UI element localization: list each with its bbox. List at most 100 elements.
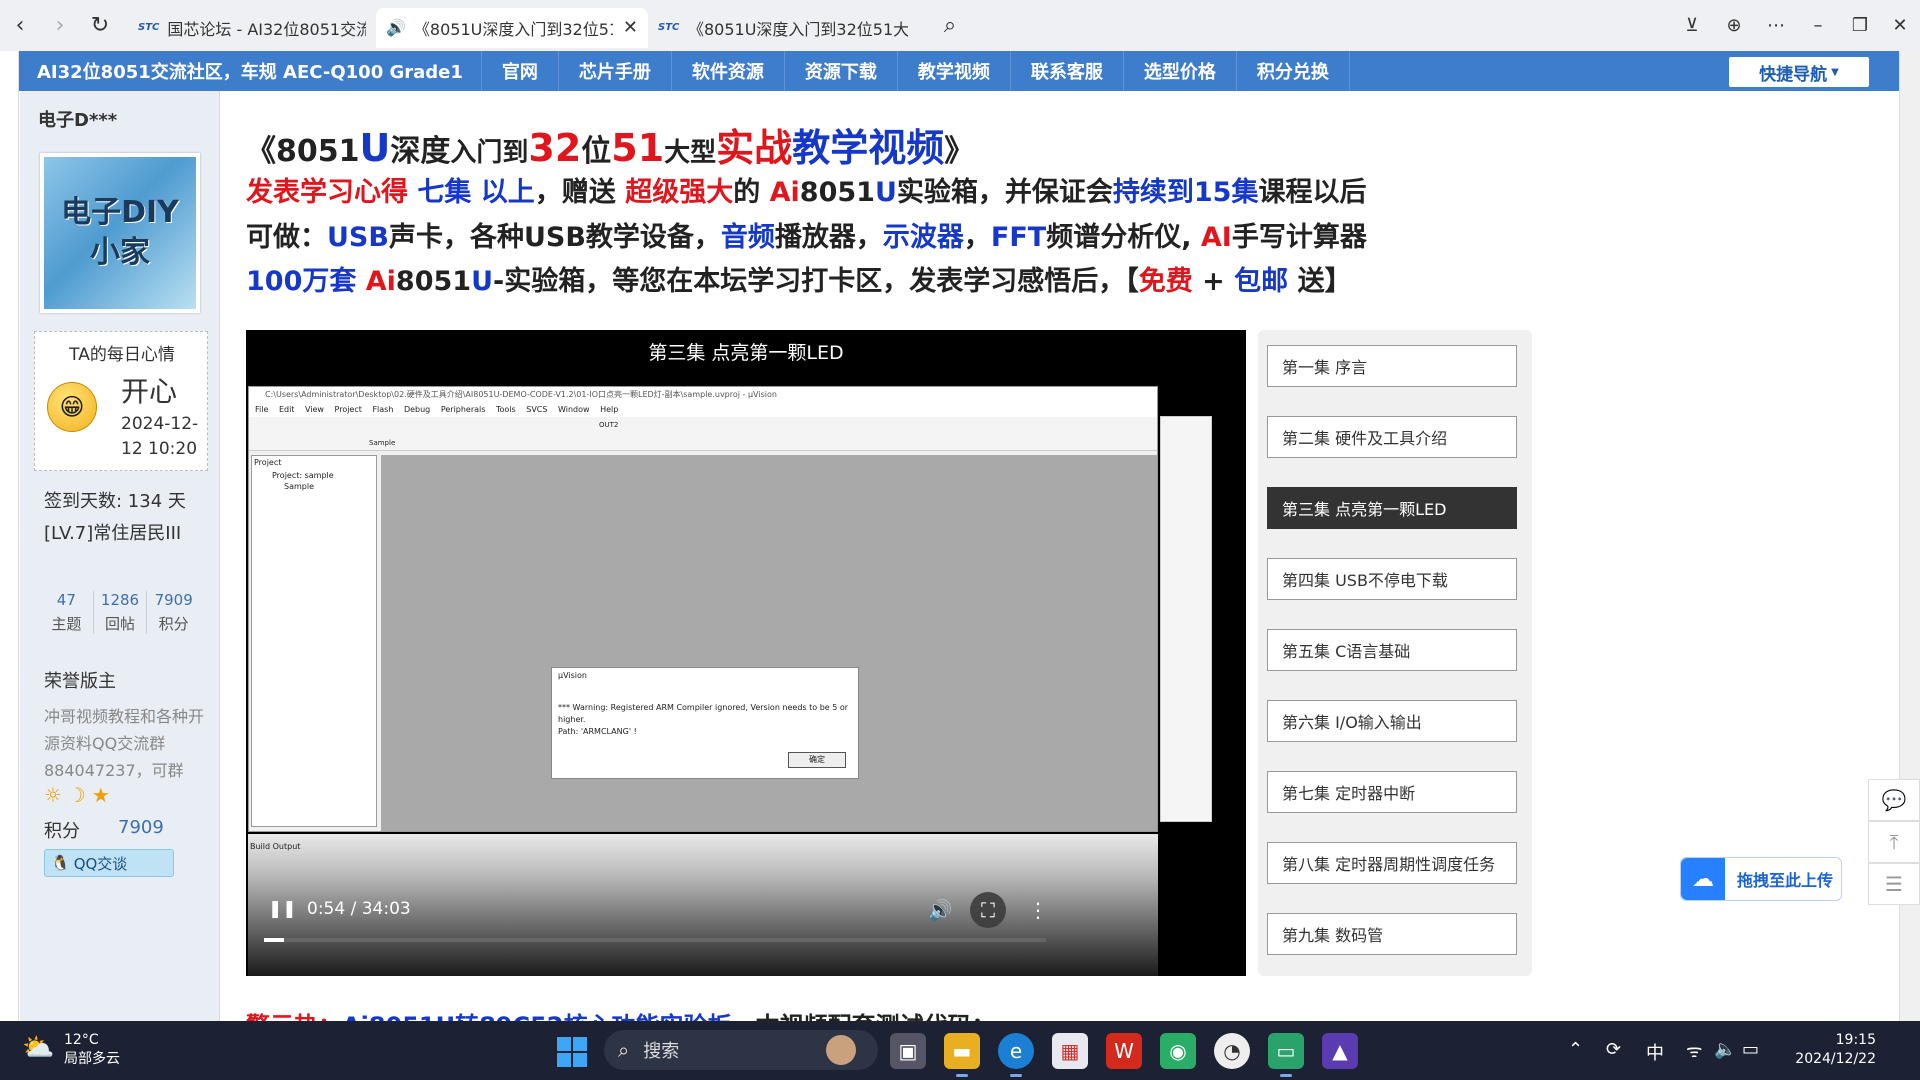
episode-2[interactable]: 第二集 硬件及工具介绍: [1267, 416, 1517, 458]
headline-span: 100万套: [246, 266, 366, 297]
forward-icon[interactable]: ›: [40, 6, 80, 46]
restore-icon[interactable]: ❐: [1840, 0, 1880, 51]
headline-span: 的: [733, 177, 770, 208]
pause-icon[interactable]: ❚❚: [268, 899, 297, 919]
system-clock[interactable]: 19:15 2024/12/22: [1768, 1031, 1876, 1069]
stat-label: 回帖: [105, 615, 136, 633]
ai-app-icon[interactable]: ▲: [1322, 1033, 1358, 1069]
more-icon[interactable]: ⋯: [1756, 0, 1796, 51]
drag-upload-button[interactable]: ☁ 拖拽至此上传: [1680, 857, 1842, 901]
refresh-icon[interactable]: ↻: [80, 6, 120, 46]
tray-expand-icon[interactable]: ⌃: [1568, 1039, 1583, 1060]
user-signature: 冲哥视频教程和各种开源资料QQ交流群884047237，可群: [44, 707, 205, 780]
nav-item-chip-manual[interactable]: 芯片手册: [559, 51, 672, 91]
ide-menu-item: Edit: [278, 405, 295, 414]
stat-label: 积分: [158, 615, 189, 633]
quick-nav-button[interactable]: 快捷导航 ▼: [1729, 57, 1869, 87]
stat-label: 主题: [51, 615, 82, 633]
wps-icon[interactable]: W: [1106, 1033, 1142, 1069]
stat-points[interactable]: 7909 积分: [147, 591, 200, 634]
headline-span: 包邮: [1234, 266, 1289, 297]
sync-icon[interactable]: ⟳: [1606, 1039, 1621, 1060]
globe-icon[interactable]: ⊕: [1714, 0, 1754, 51]
file-explorer-icon[interactable]: ▬: [944, 1033, 980, 1077]
stat-threads[interactable]: 47 主题: [40, 591, 94, 634]
episode-3[interactable]: 第三集 点亮第一颗LED: [1267, 487, 1517, 529]
avatar-text: 电子DIY小家: [61, 195, 179, 270]
task-view-icon[interactable]: ▣: [890, 1033, 926, 1069]
volume-tray-icon[interactable]: 🔈: [1714, 1039, 1736, 1060]
stat-num: 7909: [154, 591, 193, 609]
tab-label: 国芯论坛 - AI32位8051交流社区: [167, 19, 366, 39]
ide-project-root: Project: sample: [272, 471, 334, 480]
close-tab-icon[interactable]: ✕: [623, 17, 638, 38]
weather-desc: 局部多云: [64, 1051, 120, 1067]
weather-widget[interactable]: 12°C 局部多云: [64, 1031, 120, 1069]
clock-app-icon[interactable]: ◔: [1214, 1033, 1250, 1069]
ide-project-header: Project: [254, 458, 282, 467]
nav-item-pricing[interactable]: 选型价格: [1124, 51, 1237, 91]
episode-1[interactable]: 第一集 序言: [1267, 345, 1517, 387]
browser-tab-video-2[interactable]: STC 《8051U深度入门到32位51大型实: [648, 8, 920, 48]
caret-down-icon: ▼: [1831, 66, 1839, 78]
download-icon[interactable]: ⊻: [1672, 0, 1712, 51]
close-window-icon[interactable]: ✕: [1880, 0, 1920, 51]
user-level: [LV.7]常住居民III: [44, 523, 182, 544]
ime-indicator[interactable]: 中: [1646, 1039, 1664, 1065]
search-icon[interactable]: ⌕: [930, 6, 970, 46]
episode-6[interactable]: 第六集 I/O输入输出: [1267, 700, 1517, 742]
quick-nav-label: 快捷导航: [1759, 64, 1828, 85]
browser-tab-forum[interactable]: STC 国芯论坛 - AI32位8051交流社区: [128, 8, 376, 48]
ide-target-box: OUT2: [599, 421, 619, 429]
store-icon[interactable]: ▦: [1052, 1033, 1088, 1069]
edge-icon[interactable]: e: [998, 1033, 1034, 1077]
qq-chat-button[interactable]: 🐧 QQ交谈: [44, 849, 174, 877]
episode-7[interactable]: 第七集 定时器中断: [1267, 771, 1517, 813]
wifi-icon[interactable]: ᯤ: [1686, 1039, 1702, 1063]
taskbar-search[interactable]: ⌕ 搜索: [604, 1030, 878, 1070]
nav-item-tutorial-videos[interactable]: 教学视频: [898, 51, 1011, 91]
nav-item-points-exchange[interactable]: 积分兑换: [1237, 51, 1350, 91]
mood-date: 2024-12-12 10:20: [121, 414, 199, 459]
headline-span: ，: [963, 222, 991, 253]
nav-item-software[interactable]: 软件资源: [672, 51, 785, 91]
video-player[interactable]: 第三集 点亮第一颗LED C:\Users\Administrator\Desk…: [246, 330, 1246, 976]
browser-tab-video[interactable]: 🔊 《8051U深度入门到32位51大 ✕: [376, 7, 648, 48]
happy-face-icon: 😁: [47, 382, 97, 432]
battery-icon[interactable]: ▭: [1742, 1039, 1759, 1060]
video-progress-bar[interactable]: [264, 938, 1046, 942]
fullscreen-icon[interactable]: ⛶: [970, 892, 1006, 928]
episode-8[interactable]: 第八集 定时器周期性调度任务: [1267, 842, 1517, 884]
back-icon[interactable]: ‹: [0, 6, 40, 46]
episode-9[interactable]: 第九集 数码管: [1267, 913, 1517, 955]
stat-num: 1286: [100, 591, 140, 609]
list-icon[interactable]: ☰: [1868, 863, 1920, 905]
nav-item-support[interactable]: 联系客服: [1011, 51, 1124, 91]
author-username[interactable]: 电子D***: [38, 106, 117, 132]
avatar[interactable]: 电子DIY小家: [40, 153, 200, 313]
wechat-icon[interactable]: ◉: [1160, 1033, 1196, 1069]
post-footer-text: 警示热：Ai8051U转89C52核心功能实验板，本视频配套测试代码：: [246, 1006, 996, 1021]
speaker-icon: 🔊: [386, 18, 406, 37]
volume-icon[interactable]: 🔊: [922, 892, 958, 928]
site-brand[interactable]: AI32位8051交流社区，车规 AEC-Q100 Grade1: [19, 51, 482, 91]
comment-icon[interactable]: 💬: [1868, 779, 1920, 821]
active-app-icon[interactable]: ▭: [1268, 1033, 1304, 1077]
headline-span: 实验箱，并保证会: [896, 177, 1113, 208]
medal-icons: ☼☽★: [44, 783, 116, 807]
episode-5[interactable]: 第五集 C语言基础: [1267, 629, 1517, 671]
headline-span: ，赠送: [534, 177, 626, 208]
nav-item-downloads[interactable]: 资源下载: [785, 51, 898, 91]
back-to-top-icon[interactable]: ⤒: [1868, 821, 1920, 863]
ide-menubar: File Edit View Project Flash Debug Perip…: [249, 403, 1157, 417]
windows-start-icon[interactable]: [557, 1037, 587, 1067]
nav-item-official[interactable]: 官网: [482, 51, 559, 91]
video-more-icon[interactable]: ⋮: [1020, 892, 1056, 928]
footer-link[interactable]: Ai8051U转89C52核心功能实验板: [342, 1012, 732, 1021]
stat-replies[interactable]: 1286 回帖: [94, 591, 148, 634]
episode-4[interactable]: 第四集 USB不停电下载: [1267, 558, 1517, 600]
weather-cloud-sun-icon[interactable]: ⛅: [22, 1033, 54, 1063]
headline-span: 32: [528, 126, 582, 170]
headline-span: 《8051: [246, 134, 360, 169]
minimize-icon[interactable]: –: [1798, 0, 1838, 51]
